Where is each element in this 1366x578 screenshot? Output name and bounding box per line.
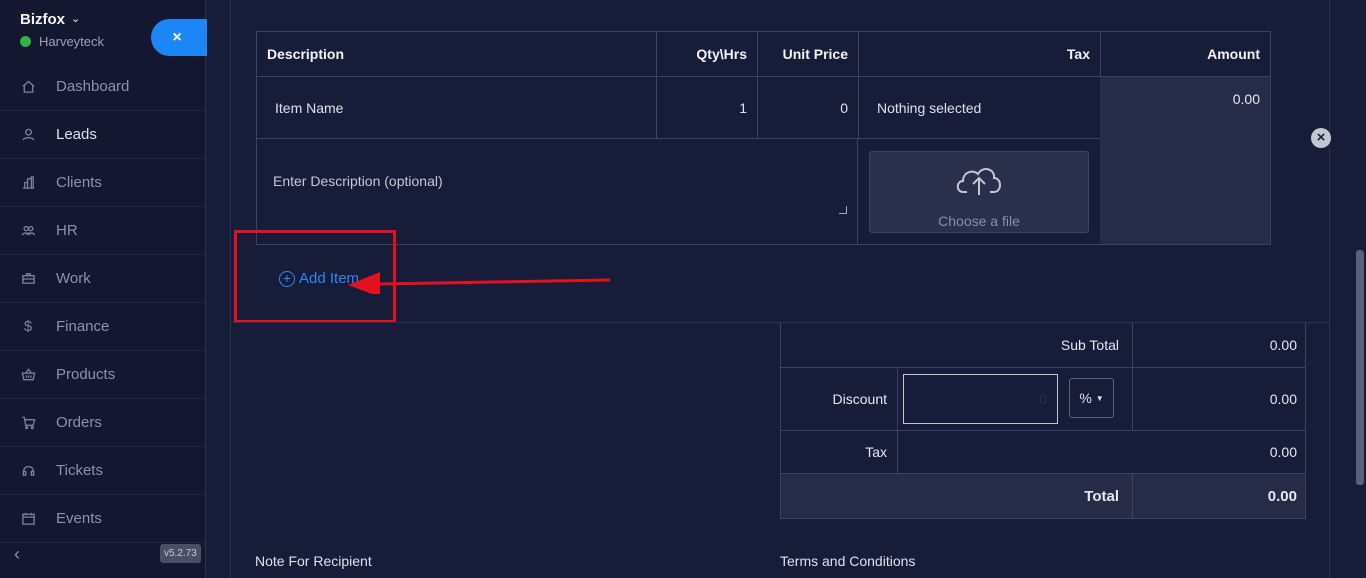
sidebar-item-label: Leads — [56, 126, 97, 143]
tax-label: Tax — [781, 431, 898, 473]
terms-and-conditions-label: Terms and Conditions — [780, 553, 916, 569]
building-icon — [20, 175, 36, 191]
discount-input[interactable]: 0 — [903, 374, 1058, 424]
sidebar-item-label: Finance — [56, 318, 110, 335]
calendar-icon — [20, 511, 36, 527]
main-content: Description Qty\Hrs Unit Price Tax Amoun… — [206, 0, 1366, 578]
workspace-switcher[interactable]: Bizfox ⌄ — [20, 11, 80, 28]
chevron-down-icon: ⌄ — [71, 13, 81, 25]
brand-name: Bizfox — [20, 11, 65, 28]
sidebar-item-dashboard[interactable]: Dashboard — [0, 63, 205, 111]
user-icon — [20, 127, 36, 143]
remove-item-icon[interactable]: × — [1311, 128, 1331, 148]
item-name-placeholder: Item Name — [275, 100, 344, 116]
sidebar-item-orders[interactable]: Orders — [0, 399, 205, 447]
workspace-status: Harveyteck — [20, 34, 104, 49]
briefcase-icon — [20, 271, 36, 287]
sidebar-item-leads[interactable]: Leads — [0, 111, 205, 159]
caret-down-icon: ▼ — [1095, 394, 1104, 403]
subtotal-row: Sub Total 0.00 — [780, 323, 1306, 368]
item-description-textarea[interactable]: Enter Description (optional) — [257, 139, 858, 244]
subtotal-label: Sub Total — [1060, 337, 1119, 353]
cart-icon — [20, 415, 36, 431]
sidebar-item-tickets[interactable]: Tickets — [0, 447, 205, 495]
sidebar-item-label: Tickets — [56, 462, 103, 479]
unit-price-input[interactable]: 0 — [758, 77, 859, 139]
column-header-tax: Tax — [859, 32, 1101, 77]
scrollbar-thumb[interactable] — [1356, 250, 1364, 485]
online-status-icon — [20, 36, 31, 47]
sidebar-item-clients[interactable]: Clients — [0, 159, 205, 207]
item-name-input[interactable]: Item Name — [257, 77, 657, 139]
users-icon — [20, 223, 36, 239]
discount-type-select[interactable]: % ▼ — [1069, 378, 1114, 418]
sidebar-footer: ‹ v5.2.73 — [0, 536, 205, 578]
cloud-upload-icon — [956, 168, 1001, 195]
total-row: Total 0.00 — [780, 474, 1306, 519]
sidebar-item-label: Events — [56, 510, 102, 527]
discount-label: Discount — [781, 368, 898, 430]
total-label: Total — [1084, 488, 1119, 505]
discount-row: Discount 0 % ▼ 0.00 — [780, 368, 1306, 431]
item-amount: 0.00 — [1100, 77, 1270, 244]
sidebar-item-finance[interactable]: $ Finance — [0, 303, 205, 351]
sidebar-item-label: Clients — [56, 174, 102, 191]
annotation-arrow — [348, 272, 611, 294]
sidebar-collapse-button[interactable]: × — [151, 19, 207, 56]
sidebar-item-label: Work — [56, 270, 91, 287]
total-value: 0.00 — [1132, 474, 1307, 518]
headset-icon — [20, 463, 36, 479]
sidebar-item-label: Orders — [56, 414, 102, 431]
sidebar-item-products[interactable]: Products — [0, 351, 205, 399]
home-icon — [20, 79, 36, 95]
note-for-recipient-label: Note For Recipient — [255, 553, 372, 569]
chevron-left-icon[interactable]: ‹ — [14, 544, 20, 565]
sidebar: Bizfox ⌄ Harveyteck × Dashboard Leads Cli… — [0, 0, 207, 578]
sidebar-nav: Dashboard Leads Clients HR Work $ Financ… — [0, 63, 205, 543]
workspace-name: Harveyteck — [39, 34, 105, 49]
sidebar-item-label: Products — [56, 366, 116, 383]
column-header-qty: Qty\Hrs — [657, 32, 758, 77]
file-upload-dropzone[interactable]: Choose a file — [869, 151, 1089, 233]
dollar-icon: $ — [23, 318, 33, 335]
description-placeholder: Enter Description (optional) — [273, 173, 443, 189]
upload-label: Choose a file — [938, 213, 1020, 229]
qty-input[interactable]: 1 — [657, 77, 758, 139]
column-header-description: Description — [257, 32, 657, 77]
tax-row: Tax 0.00 — [780, 431, 1306, 474]
sidebar-item-label: HR — [56, 222, 78, 239]
basket-icon — [20, 367, 36, 383]
tax-select[interactable]: Nothing selected — [859, 77, 1101, 139]
resize-handle-icon[interactable] — [839, 206, 847, 214]
items-table: Description Qty\Hrs Unit Price Tax Amoun… — [256, 31, 1271, 245]
column-header-amount: Amount — [1101, 32, 1270, 77]
tax-value: 0.00 — [1269, 444, 1297, 460]
version-badge: v5.2.73 — [160, 544, 201, 563]
sidebar-item-work[interactable]: Work — [0, 255, 205, 303]
sidebar-item-hr[interactable]: HR — [0, 207, 205, 255]
sidebar-item-label: Dashboard — [56, 78, 130, 95]
column-header-unit-price: Unit Price — [758, 32, 859, 77]
discount-type-value: % — [1079, 390, 1092, 406]
discount-amount: 0.00 — [1132, 368, 1307, 430]
subtotal-value: 0.00 — [1132, 323, 1307, 367]
